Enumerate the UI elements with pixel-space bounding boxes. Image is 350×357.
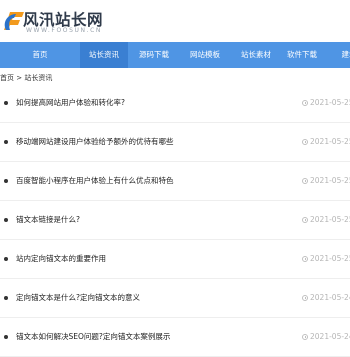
clock-icon: [302, 100, 308, 106]
bullet-icon: [4, 335, 8, 339]
list-item[interactable]: 移动端网站建设用户体验给予额外的优待有哪些 2021-05-25: [0, 123, 350, 162]
article-date: 2021-05-25: [302, 162, 350, 200]
article-date-text: 2021-05-24: [310, 293, 350, 302]
bullet-icon: [4, 101, 8, 105]
article-date-text: 2021-05-25: [310, 215, 350, 224]
article-date: 2021-05-24: [302, 318, 350, 356]
breadcrumb-home[interactable]: 首页: [0, 74, 14, 82]
nav-item-news[interactable]: 站长资讯: [80, 42, 128, 68]
breadcrumb-separator: >: [16, 74, 23, 82]
bullet-icon: [4, 179, 8, 183]
bullet-icon: [4, 218, 8, 222]
nav-item-templates[interactable]: 网站模板: [180, 42, 230, 68]
breadcrumb-current[interactable]: 站长资讯: [24, 74, 52, 82]
nav-item-materials[interactable]: 站长素材: [230, 42, 282, 68]
clock-icon: [302, 295, 308, 301]
article-date-text: 2021-05-25: [310, 176, 350, 185]
article-date: 2021-05-25: [302, 240, 350, 278]
article-title[interactable]: 如何提高网站用户体验和转化率?: [16, 84, 125, 122]
article-title[interactable]: 站内定向锚文本的重要作用: [16, 240, 106, 278]
article-date: 2021-05-25: [302, 123, 350, 161]
clock-icon: [302, 334, 308, 340]
breadcrumb: 首页 > 站长资讯: [0, 72, 52, 84]
nav-item-home[interactable]: 首页: [0, 42, 80, 68]
bullet-icon: [4, 257, 8, 261]
article-date: 2021-05-25: [302, 84, 350, 122]
article-date-text: 2021-05-25: [310, 137, 350, 146]
article-date-text: 2021-05-24: [310, 332, 350, 341]
clock-icon: [302, 178, 308, 184]
nav-item-build[interactable]: 建站: [334, 42, 350, 68]
article-title[interactable]: 锚文本如何解决SEO问题?定向锚文本案例展示: [16, 318, 170, 356]
list-item[interactable]: 站内定向锚文本的重要作用 2021-05-25: [0, 240, 350, 279]
article-title[interactable]: 定向锚文本是什么?定向锚文本的意义: [16, 279, 140, 317]
article-title[interactable]: 锚文本链接是什么?: [16, 201, 80, 239]
article-date: 2021-05-24: [302, 279, 350, 317]
main-nav: 首页 站长资讯 源码下载 网站模板 站长素材 软件下载 建站: [0, 42, 350, 68]
clock-icon: [302, 256, 308, 262]
list-item[interactable]: 锚文本链接是什么? 2021-05-25: [0, 201, 350, 240]
nav-item-software[interactable]: 软件下载: [282, 42, 322, 68]
article-date-text: 2021-05-25: [310, 98, 350, 107]
article-title[interactable]: 移动端网站建设用户体验给予额外的优待有哪些: [16, 123, 174, 161]
clock-icon: [302, 217, 308, 223]
list-item[interactable]: 如何提高网站用户体验和转化率? 2021-05-25: [0, 84, 350, 123]
site-header: 风汛站长网 WWW.FOOSUN.CN: [0, 0, 350, 40]
nav-item-source-code[interactable]: 源码下载: [128, 42, 180, 68]
article-title[interactable]: 百度智能小程序在用户体验上有什么优点和特色: [16, 162, 174, 200]
bullet-icon: [4, 296, 8, 300]
clock-icon: [302, 139, 308, 145]
bullet-icon: [4, 140, 8, 144]
article-date: 2021-05-25: [302, 201, 350, 239]
list-item[interactable]: 锚文本如何解决SEO问题?定向锚文本案例展示 2021-05-24: [0, 318, 350, 357]
list-item[interactable]: 百度智能小程序在用户体验上有什么优点和特色 2021-05-25: [0, 162, 350, 201]
article-list: 如何提高网站用户体验和转化率? 2021-05-25 移动端网站建设用户体验给予…: [0, 84, 350, 357]
site-domain: WWW.FOOSUN.CN: [26, 27, 102, 34]
list-item[interactable]: 定向锚文本是什么?定向锚文本的意义 2021-05-24: [0, 279, 350, 318]
article-date-text: 2021-05-25: [310, 254, 350, 263]
